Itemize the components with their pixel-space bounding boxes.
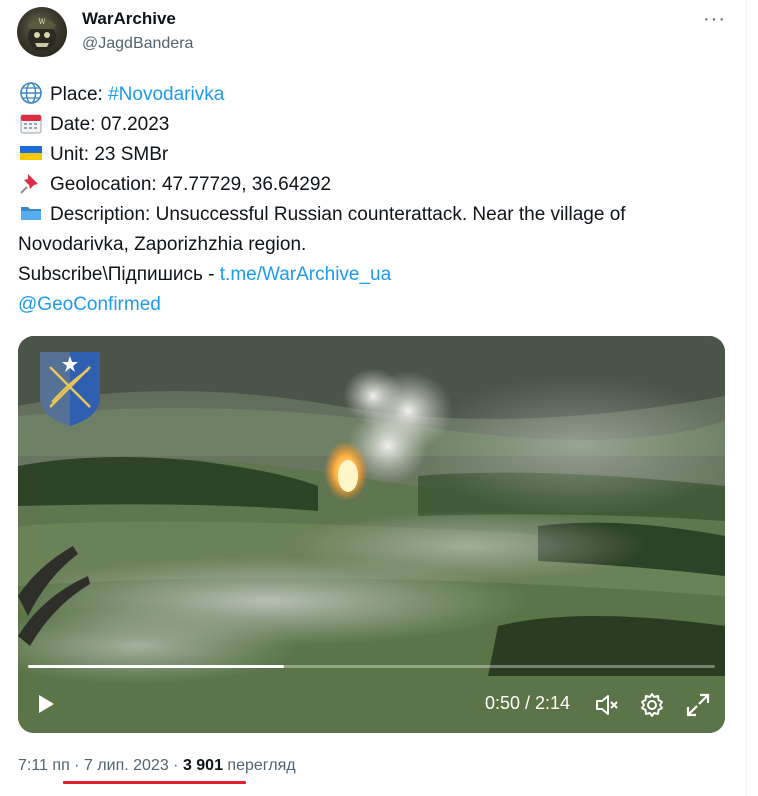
geolocation-label: Geolocation: 47.77729, 36.64292 <box>50 174 332 195</box>
tweet-date[interactable]: 7 лип. 2023 <box>84 757 169 774</box>
views-count: 3 901 <box>182 757 223 774</box>
avatar[interactable]: W <box>17 7 67 57</box>
subscribe-line: Subscribe\Підпишись - t.me/WarArchive_ua <box>18 260 728 290</box>
views-label: перегляд <box>222 757 296 774</box>
date-line: Date: 07.2023 <box>18 110 728 140</box>
fullscreen-icon[interactable] <box>685 692 711 718</box>
more-options-icon[interactable]: ··· <box>703 8 725 30</box>
telegram-link[interactable]: t.me/WarArchive_ua <box>220 264 391 285</box>
red-underline-annotation <box>63 781 246 784</box>
settings-gear-icon[interactable] <box>639 692 665 718</box>
unit-label: Unit: 23 SMBr <box>50 144 169 165</box>
geoconfirmed-mention-link[interactable]: @GeoConfirmed <box>18 294 161 315</box>
tweet-text: Place: #Novodarivka Date: 07.2023 Unit: … <box>18 80 728 320</box>
mention-line: @GeoConfirmed <box>18 290 728 320</box>
video-progress-fill <box>28 665 285 668</box>
place-label: Place: <box>50 84 109 105</box>
mute-icon[interactable] <box>594 692 620 718</box>
meta-separator-2: · <box>168 757 183 774</box>
novodarivka-hashtag-link[interactable]: #Novodarivka <box>108 84 224 105</box>
geolocation-line: Geolocation: 47.77729, 36.64292 <box>18 170 728 200</box>
tweet-time[interactable]: 7:11 пп <box>18 757 70 774</box>
date-label: Date: 07.2023 <box>50 114 170 135</box>
calendar-icon <box>20 114 42 134</box>
play-icon[interactable] <box>34 692 58 716</box>
author-name[interactable]: WarArchive <box>82 9 176 29</box>
place-line: Place: #Novodarivka <box>18 80 728 110</box>
globe-icon <box>20 82 42 104</box>
video-progress-bar[interactable] <box>28 665 715 668</box>
video-time: 0:50 / 2:14 <box>485 693 571 713</box>
video-frame <box>18 336 725 733</box>
meta-separator: · <box>69 757 84 774</box>
description-label: Description: Unsuccessful Russian counte… <box>18 204 626 255</box>
svg-text:W: W <box>38 18 46 26</box>
author-handle[interactable]: @JagdBandera <box>82 35 193 53</box>
pushpin-icon <box>20 174 38 194</box>
tweet-meta: 7:11 пп · 7 лип. 2023 · 3 901 перегляд <box>18 757 296 775</box>
column-border <box>746 0 747 796</box>
brigade-emblem-icon <box>40 352 100 426</box>
video-player[interactable]: 0:50 / 2:14 <box>18 336 725 733</box>
ukraine-flag-icon <box>20 146 42 160</box>
unit-line: Unit: 23 SMBr <box>18 140 728 170</box>
folder-icon <box>21 207 41 220</box>
subscribe-label: Subscribe\Підпишись - <box>18 264 220 285</box>
description-line: Description: Unsuccessful Russian counte… <box>18 200 728 260</box>
